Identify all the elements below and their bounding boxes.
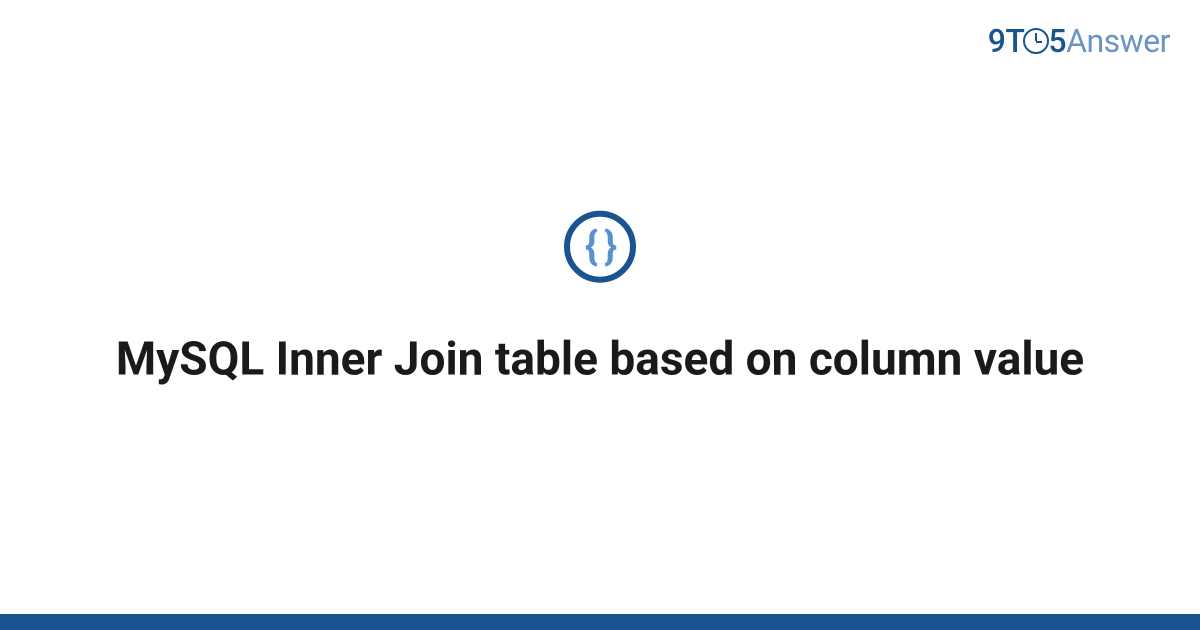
clock-icon xyxy=(1023,28,1049,54)
code-braces-icon: { } xyxy=(585,227,615,267)
footer-accent-bar xyxy=(0,614,1200,630)
logo-part-t: T xyxy=(1005,22,1024,60)
logo-part-5: 5 xyxy=(1048,22,1066,60)
topic-icon-circle: { } xyxy=(564,211,636,283)
logo-part-9: 9 xyxy=(988,22,1006,60)
main-content: { } MySQL Inner Join table based on colu… xyxy=(0,211,1200,391)
page-title: MySQL Inner Join table based on column v… xyxy=(60,331,1140,391)
site-logo[interactable]: 9T5Answer xyxy=(988,22,1170,60)
logo-part-answer: Answer xyxy=(1066,22,1170,60)
